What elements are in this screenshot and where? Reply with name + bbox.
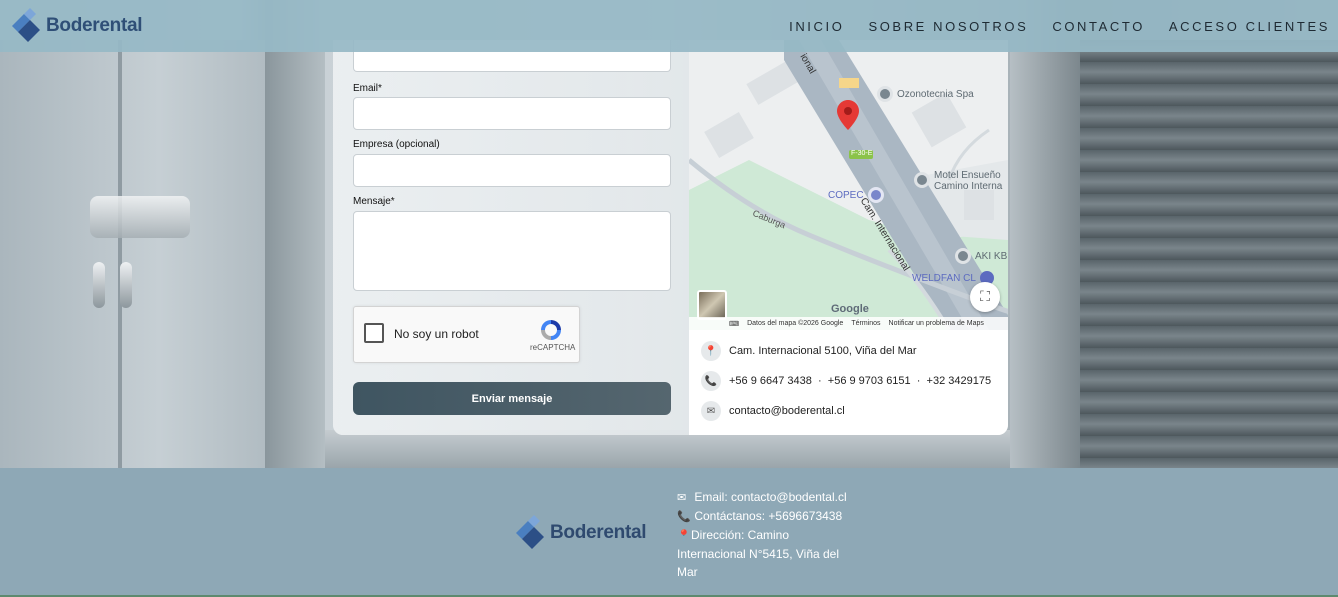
place-marker-icon [877,86,893,102]
nav-sobre-nosotros[interactable]: SOBRE NOSOTROS [868,19,1028,34]
door-handle-left [93,262,105,308]
site-footer: Boderental ✉ Email: contacto@bodental.cl… [0,468,1338,597]
map-place-motel[interactable]: Motel Ensueño Camino Interna [914,170,1002,192]
route-badge: F-30-E [851,150,873,157]
nav-inicio[interactable]: INICIO [789,19,844,34]
recaptcha-checkbox[interactable] [364,323,384,343]
fullscreen-icon[interactable]: ⛶ [970,282,1000,312]
map-report-link[interactable]: Notificar un problema de Maps [889,320,984,327]
contact-info-panel: 📍 Cam. Internacional 5100, Viña del Mar … [689,330,1008,435]
location-pin-icon: 📍 [701,341,721,361]
recaptcha-brand: reCAPTCHA [530,343,576,352]
contact-email-row: ✉ contacto@boderental.cl [701,401,845,421]
message-label: Mensaje* [353,196,395,207]
brand-logo[interactable]: Boderental [8,8,143,44]
footer-phone[interactable]: Contáctanos: +5696673438 [694,509,842,523]
map-attribution: ⌨ Datos del mapa ©2026 Google Términos N… [689,317,1008,330]
place-marker-icon [955,248,971,264]
phone-icon: 📞 [677,511,691,523]
email-label: Email* [353,83,382,94]
contact-address-row: 📍 Cam. Internacional 5100, Viña del Mar [701,341,917,361]
shutter-door-image [1080,40,1338,468]
door-post-left [265,52,325,468]
contact-card: Email* Empresa (opcional) Mensaje* No so… [333,40,1008,435]
contact-phone-row: 📞 +56 9 6647 3438 · +56 9 9703 6151 · +3… [701,371,991,391]
location-pin-icon: 📍 [677,530,691,542]
recaptcha-label: No soy un robot [394,327,479,341]
contact-address: Cam. Internacional 5100, Viña del Mar [729,345,917,357]
keyboard-icon[interactable]: ⌨ [729,320,739,328]
place-label: COPEC [828,189,864,201]
footer-address: Dirección: Camino Internacional N°5415, … [677,528,840,579]
footer-contact-info: ✉ Email: contacto@bodental.cl 📞 Contácta… [677,488,852,581]
email-field[interactable] [353,97,671,130]
company-label: Empresa (opcional) [353,139,440,150]
nav-acceso-clientes[interactable]: ACCESO CLIENTES [1169,19,1330,34]
door-left-image [0,40,265,468]
footer-brand-logo[interactable]: Boderental [512,515,647,551]
boderental-logo-icon [516,515,544,549]
footer-email-row: ✉ Email: contacto@bodental.cl [677,488,852,507]
map-terms-link[interactable]: Términos [851,320,880,327]
place-label: Ozonotecnia Spa [897,88,974,100]
place-label: AKI KB [975,250,1008,262]
location-pin-icon[interactable] [837,100,859,130]
mail-icon: ✉ [677,492,687,504]
map-place-ozonotecnia[interactable]: Ozonotecnia Spa [877,86,974,102]
contact-phones: +56 9 6647 3438 · +56 9 9703 6151 · +32 … [729,375,992,387]
recaptcha-widget: No soy un robot reCAPTCHA [353,306,580,363]
footer-email[interactable]: Email: contacto@bodental.cl [694,490,846,504]
map-place-aki[interactable]: AKI KB [955,248,1007,264]
nav-contacto[interactable]: CONTACTO [1052,19,1145,34]
place-marker-icon [914,172,930,188]
send-message-button[interactable]: Enviar mensaje [353,382,671,415]
door-latch-image [90,196,190,238]
place-label: Motel Ensueño Camino Interna [934,170,1003,192]
door-split-line [118,40,122,468]
map-place-copec[interactable]: COPEC [828,187,884,203]
mail-icon: ✉ [701,401,721,421]
phone-icon: 📞 [701,371,721,391]
map-data-credit: Datos del mapa ©2026 Google [747,320,844,327]
street-view-thumbnail[interactable] [697,290,727,320]
top-navbar: Boderental INICIO SOBRE NOSOTROS CONTACT… [0,0,1338,52]
google-map[interactable]: Ozonotecnia Spa Motel Ensueño Camino Inte… [689,40,1008,330]
footer-brand-name: Boderental [550,522,647,543]
door-post-right [1010,52,1080,468]
door-handle-right [120,262,132,308]
contact-form: Email* Empresa (opcional) Mensaje* No so… [333,40,689,435]
footer-address-row: 📍Dirección: Camino Internacional N°5415,… [677,526,852,581]
google-logo: Google [831,303,869,315]
nav-links: INICIO SOBRE NOSOTROS CONTACTO ACCESO CL… [765,19,1330,34]
brand-name: Boderental [46,15,143,36]
contact-email[interactable]: contacto@boderental.cl [729,405,845,417]
company-field[interactable] [353,154,671,187]
corridor-floor [325,430,1010,468]
recaptcha-icon [541,320,561,340]
message-textarea[interactable] [353,211,671,291]
boderental-logo-icon [12,8,40,42]
place-label: WELDFAN CL [912,272,976,284]
footer-phone-row: 📞 Contáctanos: +5696673438 [677,507,852,526]
